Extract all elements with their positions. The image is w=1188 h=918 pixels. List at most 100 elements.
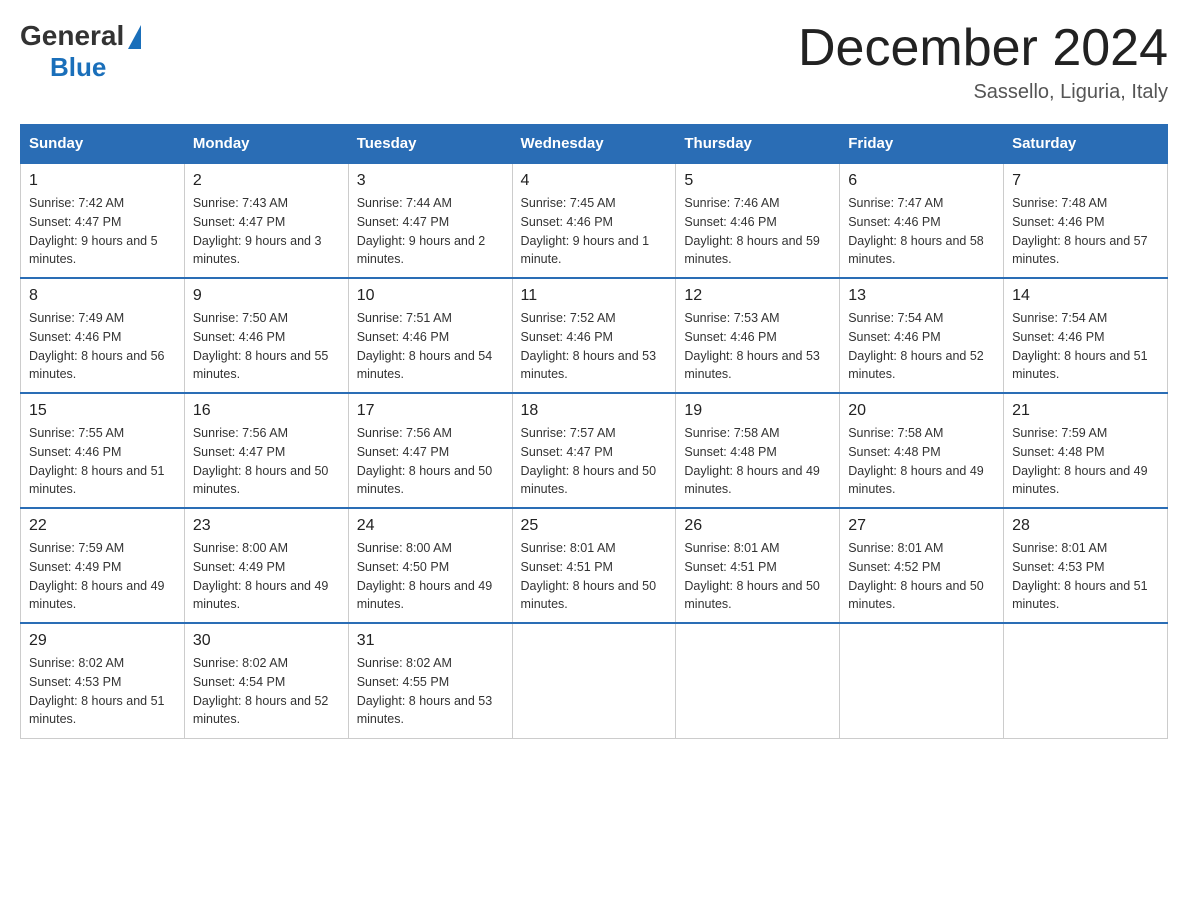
calendar-week-row: 29 Sunrise: 8:02 AMSunset: 4:53 PMDaylig… bbox=[21, 623, 1168, 738]
day-of-week-header: Monday bbox=[184, 125, 348, 164]
calendar-day-cell: 17 Sunrise: 7:56 AMSunset: 4:47 PMDaylig… bbox=[348, 393, 512, 508]
calendar-header-row: SundayMondayTuesdayWednesdayThursdayFrid… bbox=[21, 125, 1168, 164]
logo-general-text: General bbox=[20, 20, 124, 52]
calendar-day-cell: 19 Sunrise: 7:58 AMSunset: 4:48 PMDaylig… bbox=[676, 393, 840, 508]
day-info: Sunrise: 8:01 AMSunset: 4:51 PMDaylight:… bbox=[521, 539, 668, 614]
day-info: Sunrise: 7:56 AMSunset: 4:47 PMDaylight:… bbox=[357, 424, 504, 499]
day-number: 9 bbox=[193, 287, 340, 305]
calendar-day-cell: 26 Sunrise: 8:01 AMSunset: 4:51 PMDaylig… bbox=[676, 508, 840, 623]
day-info: Sunrise: 7:43 AMSunset: 4:47 PMDaylight:… bbox=[193, 194, 340, 269]
day-number: 2 bbox=[193, 172, 340, 190]
day-info: Sunrise: 8:01 AMSunset: 4:53 PMDaylight:… bbox=[1012, 539, 1159, 614]
calendar-week-row: 1 Sunrise: 7:42 AMSunset: 4:47 PMDayligh… bbox=[21, 163, 1168, 278]
day-info: Sunrise: 7:55 AMSunset: 4:46 PMDaylight:… bbox=[29, 424, 176, 499]
day-number: 19 bbox=[684, 402, 831, 420]
day-number: 23 bbox=[193, 517, 340, 535]
day-number: 27 bbox=[848, 517, 995, 535]
calendar-week-row: 22 Sunrise: 7:59 AMSunset: 4:49 PMDaylig… bbox=[21, 508, 1168, 623]
day-info: Sunrise: 7:44 AMSunset: 4:47 PMDaylight:… bbox=[357, 194, 504, 269]
day-info: Sunrise: 8:02 AMSunset: 4:55 PMDaylight:… bbox=[357, 654, 504, 729]
day-of-week-header: Friday bbox=[840, 125, 1004, 164]
calendar-day-cell: 28 Sunrise: 8:01 AMSunset: 4:53 PMDaylig… bbox=[1004, 508, 1168, 623]
calendar-day-cell: 8 Sunrise: 7:49 AMSunset: 4:46 PMDayligh… bbox=[21, 278, 185, 393]
day-info: Sunrise: 7:58 AMSunset: 4:48 PMDaylight:… bbox=[684, 424, 831, 499]
day-info: Sunrise: 7:46 AMSunset: 4:46 PMDaylight:… bbox=[684, 194, 831, 269]
day-info: Sunrise: 7:47 AMSunset: 4:46 PMDaylight:… bbox=[848, 194, 995, 269]
logo: General Blue bbox=[20, 20, 141, 83]
day-number: 8 bbox=[29, 287, 176, 305]
day-info: Sunrise: 7:59 AMSunset: 4:49 PMDaylight:… bbox=[29, 539, 176, 614]
logo-blue-text: Blue bbox=[50, 52, 106, 82]
calendar-day-cell: 4 Sunrise: 7:45 AMSunset: 4:46 PMDayligh… bbox=[512, 163, 676, 278]
day-number: 24 bbox=[357, 517, 504, 535]
day-info: Sunrise: 7:57 AMSunset: 4:47 PMDaylight:… bbox=[521, 424, 668, 499]
calendar-day-cell: 30 Sunrise: 8:02 AMSunset: 4:54 PMDaylig… bbox=[184, 623, 348, 738]
day-info: Sunrise: 7:58 AMSunset: 4:48 PMDaylight:… bbox=[848, 424, 995, 499]
day-info: Sunrise: 7:51 AMSunset: 4:46 PMDaylight:… bbox=[357, 309, 504, 384]
day-number: 1 bbox=[29, 172, 176, 190]
day-number: 13 bbox=[848, 287, 995, 305]
calendar-day-cell: 2 Sunrise: 7:43 AMSunset: 4:47 PMDayligh… bbox=[184, 163, 348, 278]
day-number: 15 bbox=[29, 402, 176, 420]
day-info: Sunrise: 7:48 AMSunset: 4:46 PMDaylight:… bbox=[1012, 194, 1159, 269]
logo-triangle-icon bbox=[128, 25, 141, 49]
calendar-day-cell: 25 Sunrise: 8:01 AMSunset: 4:51 PMDaylig… bbox=[512, 508, 676, 623]
calendar-day-cell: 7 Sunrise: 7:48 AMSunset: 4:46 PMDayligh… bbox=[1004, 163, 1168, 278]
calendar-day-cell: 3 Sunrise: 7:44 AMSunset: 4:47 PMDayligh… bbox=[348, 163, 512, 278]
day-number: 5 bbox=[684, 172, 831, 190]
day-of-week-header: Thursday bbox=[676, 125, 840, 164]
day-number: 11 bbox=[521, 287, 668, 305]
calendar-day-cell bbox=[512, 623, 676, 738]
day-info: Sunrise: 7:54 AMSunset: 4:46 PMDaylight:… bbox=[1012, 309, 1159, 384]
day-info: Sunrise: 7:42 AMSunset: 4:47 PMDaylight:… bbox=[29, 194, 176, 269]
calendar-day-cell: 21 Sunrise: 7:59 AMSunset: 4:48 PMDaylig… bbox=[1004, 393, 1168, 508]
calendar-day-cell: 23 Sunrise: 8:00 AMSunset: 4:49 PMDaylig… bbox=[184, 508, 348, 623]
day-number: 6 bbox=[848, 172, 995, 190]
day-info: Sunrise: 7:53 AMSunset: 4:46 PMDaylight:… bbox=[684, 309, 831, 384]
day-number: 7 bbox=[1012, 172, 1159, 190]
day-of-week-header: Wednesday bbox=[512, 125, 676, 164]
calendar-day-cell: 20 Sunrise: 7:58 AMSunset: 4:48 PMDaylig… bbox=[840, 393, 1004, 508]
calendar-day-cell: 16 Sunrise: 7:56 AMSunset: 4:47 PMDaylig… bbox=[184, 393, 348, 508]
day-number: 29 bbox=[29, 632, 176, 650]
calendar-day-cell bbox=[676, 623, 840, 738]
day-of-week-header: Saturday bbox=[1004, 125, 1168, 164]
day-number: 16 bbox=[193, 402, 340, 420]
calendar-day-cell bbox=[840, 623, 1004, 738]
calendar-table: SundayMondayTuesdayWednesdayThursdayFrid… bbox=[20, 124, 1168, 739]
calendar-day-cell: 14 Sunrise: 7:54 AMSunset: 4:46 PMDaylig… bbox=[1004, 278, 1168, 393]
location: Sassello, Liguria, Italy bbox=[798, 81, 1168, 104]
logo-blue-row: Blue bbox=[50, 52, 106, 83]
calendar-day-cell: 10 Sunrise: 7:51 AMSunset: 4:46 PMDaylig… bbox=[348, 278, 512, 393]
calendar-day-cell: 11 Sunrise: 7:52 AMSunset: 4:46 PMDaylig… bbox=[512, 278, 676, 393]
day-info: Sunrise: 7:56 AMSunset: 4:47 PMDaylight:… bbox=[193, 424, 340, 499]
day-info: Sunrise: 8:00 AMSunset: 4:49 PMDaylight:… bbox=[193, 539, 340, 614]
calendar-day-cell: 9 Sunrise: 7:50 AMSunset: 4:46 PMDayligh… bbox=[184, 278, 348, 393]
day-number: 20 bbox=[848, 402, 995, 420]
calendar-day-cell: 31 Sunrise: 8:02 AMSunset: 4:55 PMDaylig… bbox=[348, 623, 512, 738]
day-info: Sunrise: 8:00 AMSunset: 4:50 PMDaylight:… bbox=[357, 539, 504, 614]
title-section: December 2024 Sassello, Liguria, Italy bbox=[798, 20, 1168, 104]
calendar-day-cell: 1 Sunrise: 7:42 AMSunset: 4:47 PMDayligh… bbox=[21, 163, 185, 278]
day-number: 28 bbox=[1012, 517, 1159, 535]
day-number: 14 bbox=[1012, 287, 1159, 305]
day-number: 12 bbox=[684, 287, 831, 305]
day-info: Sunrise: 7:59 AMSunset: 4:48 PMDaylight:… bbox=[1012, 424, 1159, 499]
day-number: 21 bbox=[1012, 402, 1159, 420]
calendar-day-cell: 6 Sunrise: 7:47 AMSunset: 4:46 PMDayligh… bbox=[840, 163, 1004, 278]
calendar-day-cell: 22 Sunrise: 7:59 AMSunset: 4:49 PMDaylig… bbox=[21, 508, 185, 623]
day-number: 25 bbox=[521, 517, 668, 535]
day-info: Sunrise: 8:02 AMSunset: 4:54 PMDaylight:… bbox=[193, 654, 340, 729]
month-title: December 2024 bbox=[798, 20, 1168, 77]
calendar-day-cell bbox=[1004, 623, 1168, 738]
calendar-week-row: 8 Sunrise: 7:49 AMSunset: 4:46 PMDayligh… bbox=[21, 278, 1168, 393]
day-info: Sunrise: 7:50 AMSunset: 4:46 PMDaylight:… bbox=[193, 309, 340, 384]
calendar-week-row: 15 Sunrise: 7:55 AMSunset: 4:46 PMDaylig… bbox=[21, 393, 1168, 508]
day-of-week-header: Tuesday bbox=[348, 125, 512, 164]
calendar-day-cell: 27 Sunrise: 8:01 AMSunset: 4:52 PMDaylig… bbox=[840, 508, 1004, 623]
day-info: Sunrise: 7:49 AMSunset: 4:46 PMDaylight:… bbox=[29, 309, 176, 384]
day-number: 30 bbox=[193, 632, 340, 650]
day-number: 17 bbox=[357, 402, 504, 420]
logo-wrapper: General bbox=[20, 20, 141, 52]
calendar-day-cell: 24 Sunrise: 8:00 AMSunset: 4:50 PMDaylig… bbox=[348, 508, 512, 623]
